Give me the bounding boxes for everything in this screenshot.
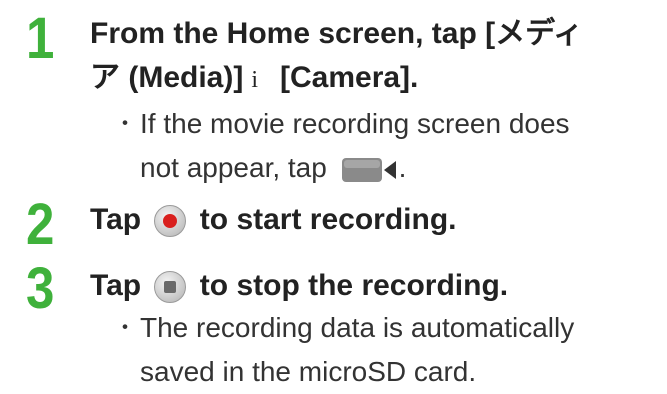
bullet: ・ (114, 111, 137, 136)
menu-separator: i (251, 67, 258, 93)
step-title-line-2: ア (Media)] i [Camera]. (90, 56, 660, 102)
step-title-text: to stop the recording. (199, 269, 509, 302)
note-line-1: If the movie recording screen does (140, 108, 570, 139)
step-number: 2 (26, 192, 55, 257)
note-line-2-end: . (398, 152, 407, 183)
video-camera-icon (341, 157, 396, 182)
instruction-page: 1 From the Home screen, tap [メディ ア (Medi… (0, 0, 667, 390)
note-line-2: saved in the microSD card. (140, 356, 477, 387)
step-title-tap: Tap (90, 269, 142, 302)
step-title-line-1: From the Home screen, tap [メディ (90, 17, 583, 50)
step-number: 3 (26, 256, 55, 321)
note-line-2-text: not appear, tap (140, 152, 327, 183)
record-button-icon (154, 205, 187, 238)
bullet: ・ (114, 315, 137, 340)
step-title-media: ア (Media)] (90, 61, 244, 94)
step-title-camera: [Camera]. (280, 61, 419, 94)
step-title-text: to start recording. (199, 203, 457, 236)
step-number: 1 (26, 6, 55, 71)
step-title: Tap to stop the recording. (90, 264, 660, 308)
stop-button-icon (154, 271, 187, 304)
note-line-1: The recording data is automatically (140, 312, 575, 343)
step-title: Tap to start recording. (90, 198, 660, 242)
step-title-tap: Tap (90, 203, 142, 236)
note-line-2: not appear, tap . (140, 146, 406, 190)
